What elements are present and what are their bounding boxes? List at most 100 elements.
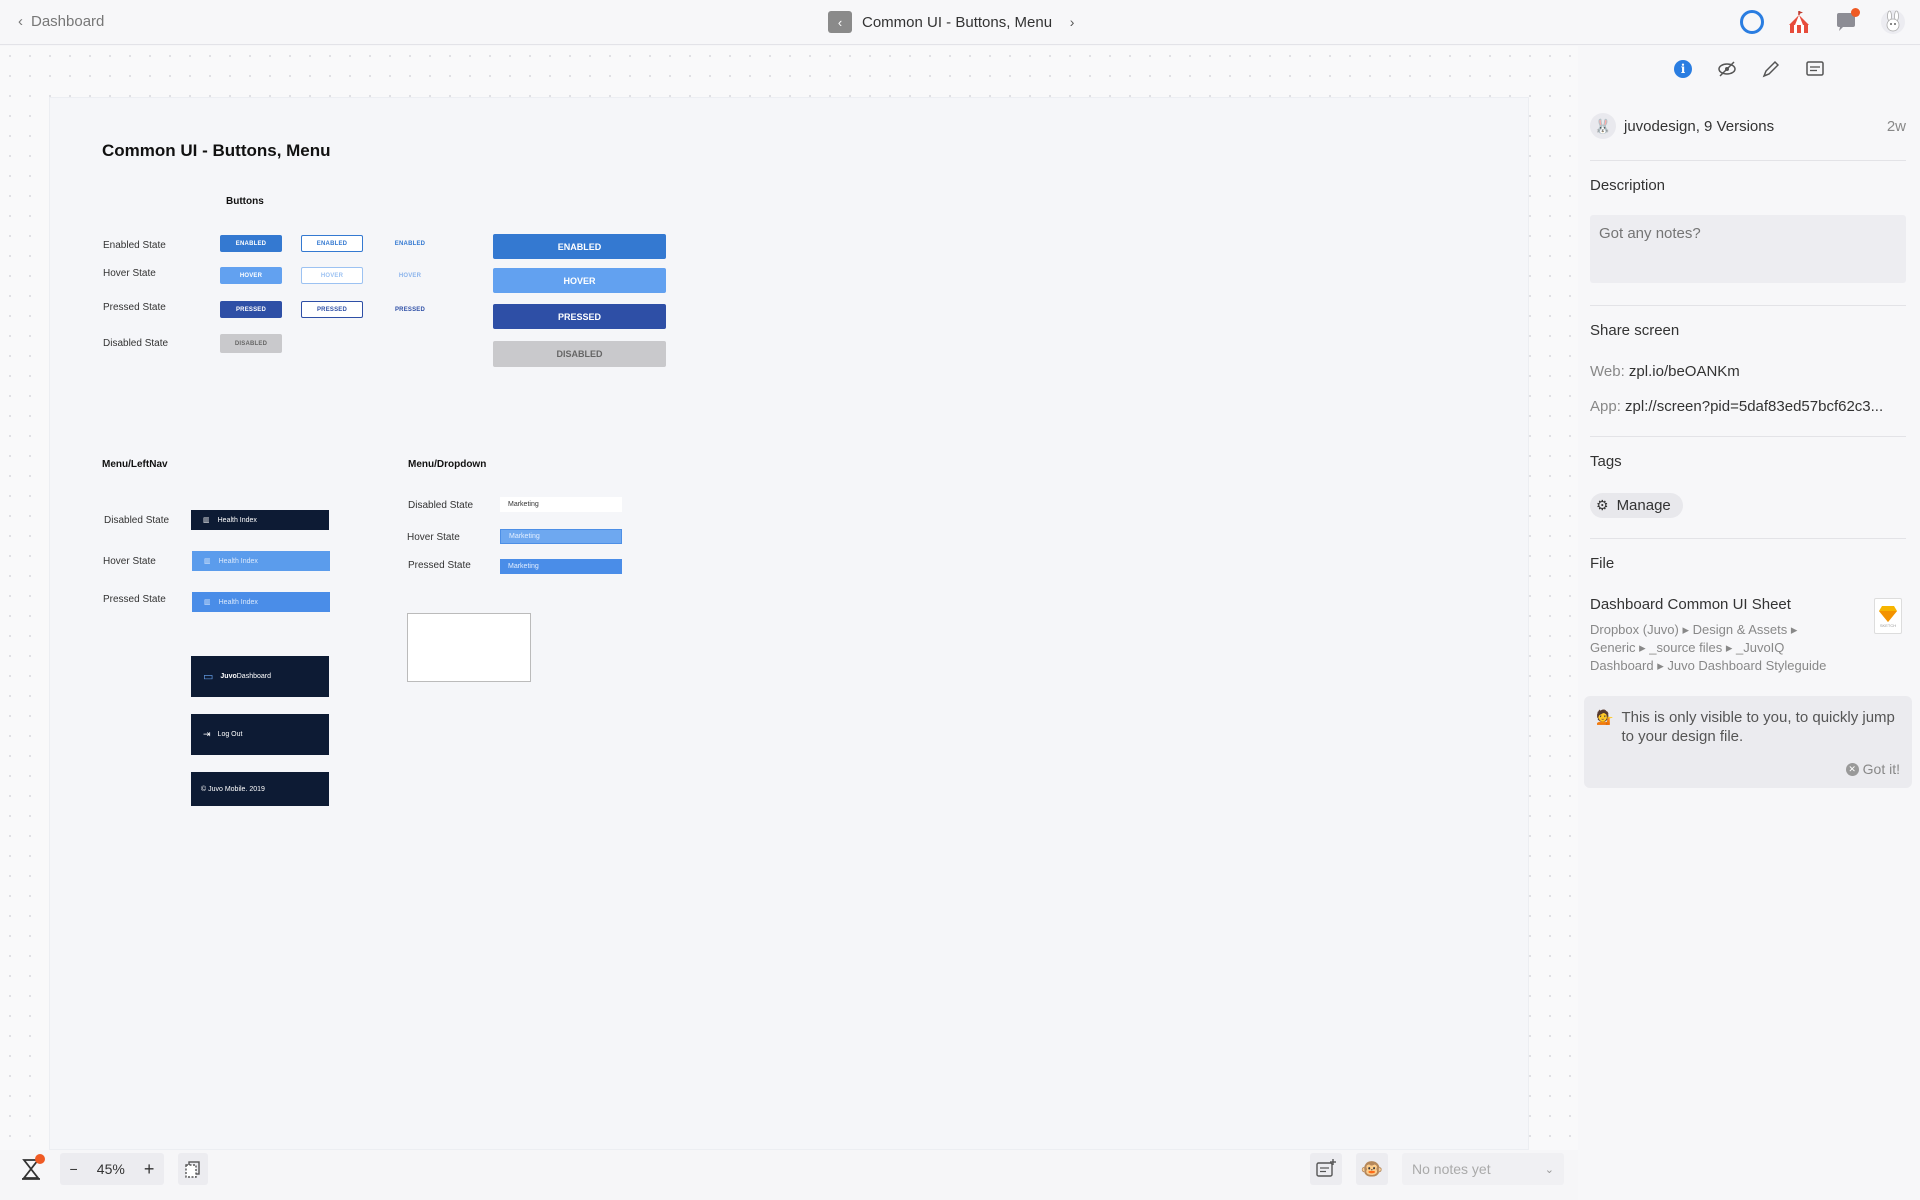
dropdown-section-label: Menu/Dropdown (408, 459, 487, 470)
outline-enabled-button[interactable]: ENABLED (301, 235, 363, 252)
got-it-label: Got it! (1862, 761, 1900, 777)
got-it-button[interactable]: ✕ Got it! (1845, 761, 1900, 777)
tip-text: This is only visible to you, to quickly … (1621, 709, 1895, 745)
zoom-control: − 45% + (60, 1153, 164, 1185)
file-path-2: Generic ▸ _source files ▸ _JuvoIQ (1590, 640, 1785, 655)
screen-title: Common UI - Buttons, Menu (862, 13, 1053, 31)
dropdown-item-disabled: Marketing (500, 497, 622, 512)
web-link[interactable]: zpl.io/beOANKm (1629, 363, 1740, 380)
app-label: App: (1590, 398, 1621, 415)
file-heading: File (1590, 555, 1615, 572)
leftnav-item-label: Health Index (218, 557, 258, 565)
leftnav-logout-item[interactable]: ⇥ Log Out (191, 714, 329, 755)
circus-tent-icon (1789, 11, 1809, 33)
large-enabled-button[interactable]: ENABLED (493, 234, 666, 259)
notification-dot (35, 1154, 45, 1164)
large-disabled-button: DISABLED (493, 341, 666, 367)
toggle-layers-button[interactable] (178, 1153, 208, 1185)
brand-rest-text: Dashboard (236, 673, 271, 680)
dropdown-pressed-label: Pressed State (408, 560, 471, 571)
logout-icon: ⇥ (203, 729, 211, 739)
file-visibility-tip: 💁 This is only visible to you, to quickl… (1584, 696, 1912, 788)
tags-heading: Tags (1590, 453, 1622, 470)
dropdown-disabled-label: Disabled State (408, 500, 474, 511)
notes-select-value: No notes yet (1412, 1161, 1491, 1177)
zoom-in-button[interactable]: + (144, 1159, 155, 1180)
screen-navigator: ‹ Common UI - Buttons, Menu › (828, 11, 1082, 33)
version-info-row[interactable]: 🐰 juvodesign, 9 Versions 2w (1590, 113, 1906, 139)
file-path-1: Dropbox (Juvo) ▸ Design & Assets ▸ (1590, 622, 1798, 637)
large-pressed-button[interactable]: PRESSED (493, 304, 666, 329)
monkey-toggle-button[interactable]: 🐵 (1356, 1153, 1388, 1185)
sidebar-tabs: i (1578, 46, 1920, 91)
design-canvas[interactable]: Common UI - Buttons, Menu Buttons Enable… (0, 46, 1578, 1150)
close-circle-icon: ✕ (1845, 762, 1859, 776)
dropdown-item-pressed[interactable]: Marketing (500, 559, 622, 574)
small-enabled-button[interactable]: ENABLED (220, 235, 282, 252)
description-input[interactable] (1590, 215, 1906, 283)
chart-icon: ▥ (204, 599, 211, 606)
file-path-3: Dashboard ▸ Juvo Dashboard Styleguide (1590, 658, 1827, 673)
tab-comments[interactable] (1804, 58, 1826, 80)
notes-select[interactable]: No notes yet ⌄ (1402, 1153, 1564, 1185)
tab-hide[interactable] (1716, 58, 1738, 80)
chart-icon: ▥ (204, 558, 211, 565)
divider (1590, 538, 1906, 539)
sketch-label: SKETCH (1879, 622, 1897, 628)
enabled-state-label: Enabled State (103, 240, 166, 251)
text-enabled-button[interactable]: ENABLED (385, 235, 435, 252)
small-pressed-button[interactable]: PRESSED (220, 301, 282, 318)
manage-label: Manage (1616, 497, 1671, 514)
info-icon: i (1674, 59, 1692, 78)
pressed-state-label: Pressed State (103, 302, 166, 313)
layers-copy-icon (185, 1161, 200, 1178)
artboard[interactable]: Common UI - Buttons, Menu Buttons Enable… (49, 97, 1529, 1150)
small-hover-button[interactable]: HOVER (220, 267, 282, 284)
file-info[interactable]: Dashboard Common UI Sheet Dropbox (Juvo)… (1590, 596, 1906, 675)
leftnav-item-hover[interactable]: ▥ Health Index (192, 551, 330, 571)
user-avatar-button[interactable] (1880, 9, 1906, 35)
top-right-icons (1739, 8, 1906, 35)
whats-new-button[interactable] (1786, 9, 1812, 35)
leftnav-hover-label: Hover State (103, 556, 156, 567)
manage-tags-button[interactable]: ⚙ Manage (1590, 493, 1683, 518)
zoom-out-button[interactable]: − (70, 1161, 78, 1177)
web-label: Web: (1590, 363, 1625, 380)
app-link[interactable]: zpl://screen?pid=5daf83ed57bcf62c3... (1625, 398, 1883, 415)
share-app-row: App: zpl://screen?pid=5daf83ed57bcf62c3.… (1590, 398, 1906, 415)
dropdown-item-hover[interactable]: Marketing (500, 529, 622, 544)
inspector-sidebar: i 🐰 juvodesign, 9 Versions 2w Descriptio… (1578, 46, 1920, 1200)
project-status-button[interactable] (1739, 9, 1765, 35)
outline-pressed-button[interactable]: PRESSED (301, 301, 363, 318)
sketch-file-icon[interactable]: SKETCH (1874, 598, 1902, 634)
brand-bold-text: Juvo (220, 673, 237, 680)
leftnav-item-pressed[interactable]: ▥ Health Index (192, 592, 330, 612)
sketch-diamond-icon (1879, 605, 1897, 622)
leftnav-section-label: Menu/LeftNav (102, 459, 168, 470)
text-pressed-button[interactable]: PRESSED (385, 301, 435, 318)
notifications-button[interactable] (1833, 8, 1860, 35)
leftnav-brand-header[interactable]: ▭ JuvoDashboard (191, 656, 329, 697)
monkey-face-icon: 🐵 (1360, 1158, 1384, 1179)
outline-hover-button[interactable]: HOVER (301, 267, 363, 284)
text-hover-button[interactable]: HOVER (385, 267, 435, 284)
author-versions: juvodesign, 9 Versions (1624, 117, 1775, 135)
file-name: Dashboard Common UI Sheet (1590, 596, 1791, 613)
copyright-text: © Juvo Mobile. 2019 (201, 785, 265, 793)
comment-list-icon (1806, 60, 1824, 76)
eye-slash-icon (1718, 60, 1736, 77)
previous-screen-button[interactable]: ‹ (828, 11, 852, 33)
dropdown-empty-panel (407, 613, 531, 682)
tab-info[interactable]: i (1672, 58, 1694, 80)
large-hover-button[interactable]: HOVER (493, 268, 666, 293)
small-disabled-button: DISABLED (220, 334, 282, 353)
notification-dot (1851, 8, 1860, 17)
next-screen-button[interactable]: › (1062, 11, 1082, 33)
chevron-down-icon: ⌄ (1544, 1163, 1554, 1176)
back-to-dashboard-link[interactable]: ‹ Dashboard (18, 13, 104, 30)
tab-styles[interactable] (1760, 58, 1782, 80)
leftnav-item-label: Health Index (218, 598, 258, 606)
add-note-button[interactable] (1310, 1153, 1342, 1185)
chart-icon: ▥ (203, 517, 210, 524)
user-status-button[interactable] (14, 1153, 48, 1185)
